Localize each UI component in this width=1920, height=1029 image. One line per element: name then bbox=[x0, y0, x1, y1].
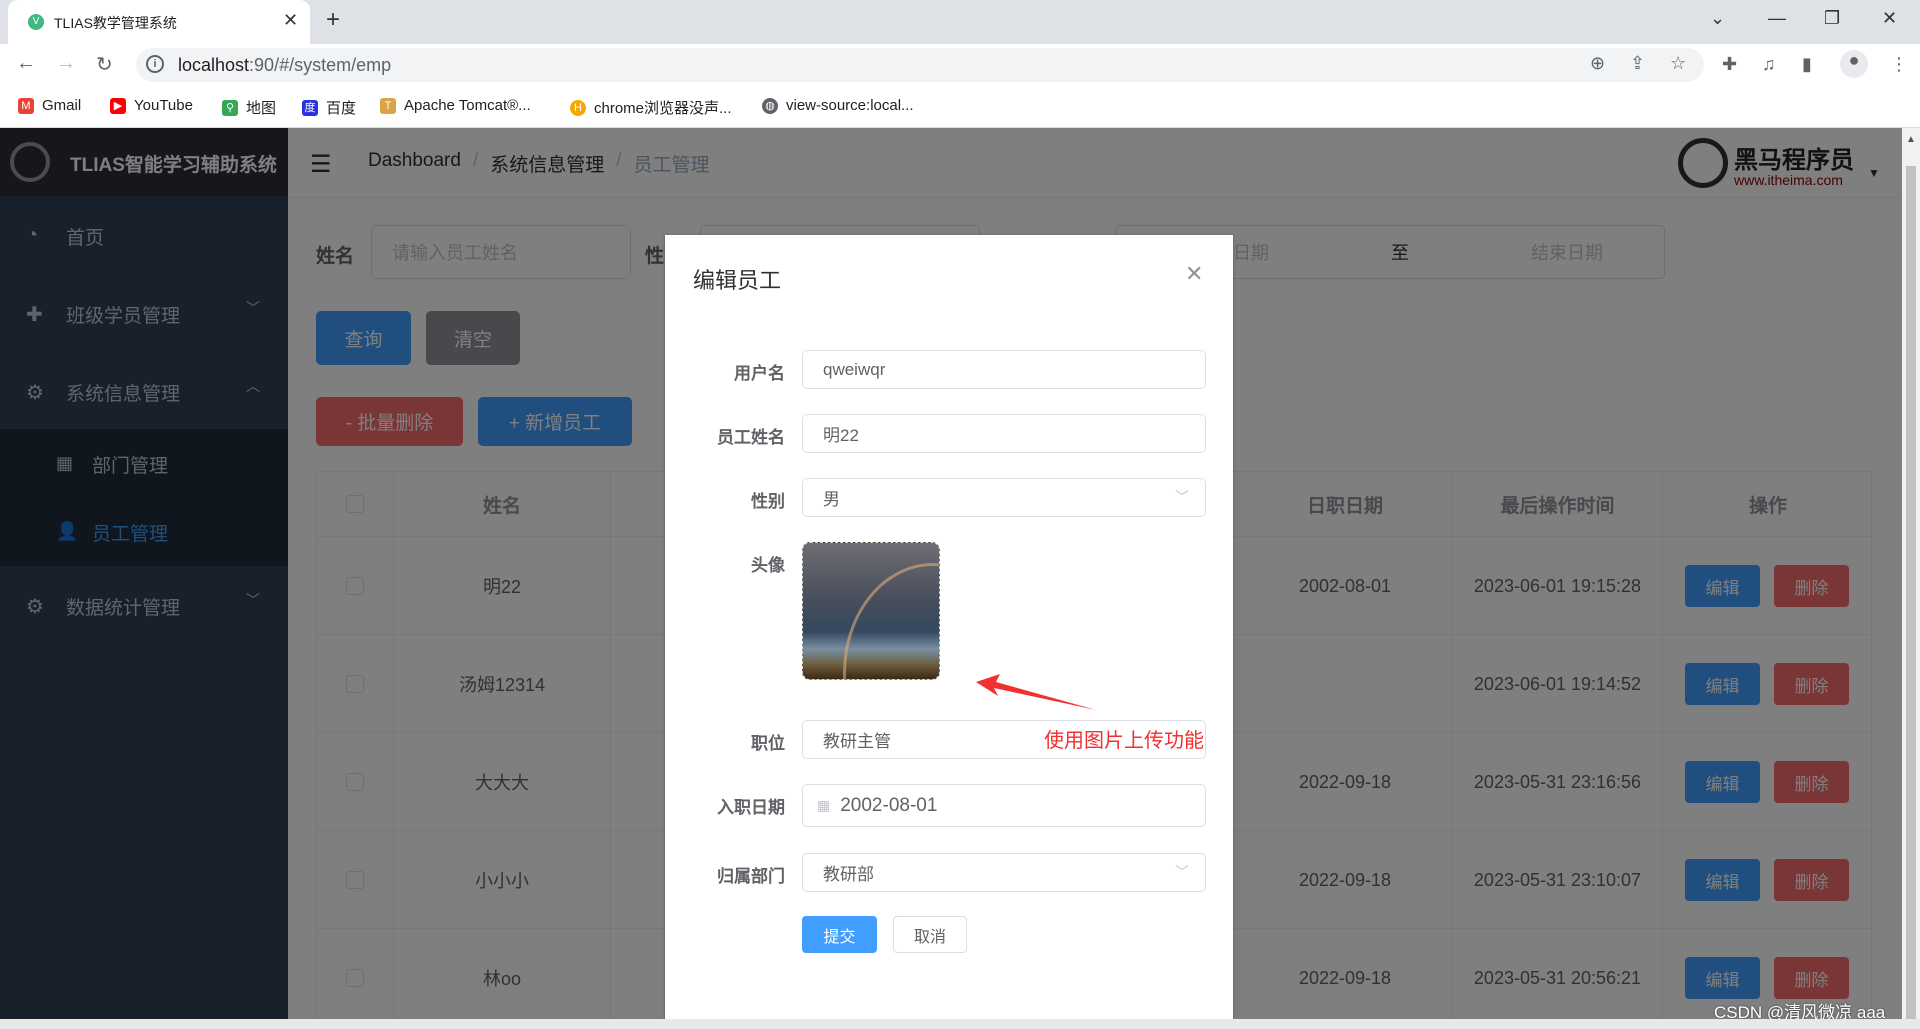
address-bar-row: ← → ↻ i localhost:90/#/system/emp ⊕ ⇪ ☆ … bbox=[0, 44, 1920, 84]
bookmark-label: YouTube bbox=[134, 97, 193, 114]
cancel-button[interactable]: 取消 bbox=[893, 916, 967, 953]
annotation-text: 使用图片上传功能 bbox=[1044, 730, 1204, 752]
new-tab-button[interactable]: + bbox=[326, 6, 340, 34]
globe-icon: ◍ bbox=[762, 97, 778, 114]
star-icon[interactable]: ☆ bbox=[1670, 53, 1686, 74]
entry-date-value: 2002-08-01 bbox=[840, 794, 938, 816]
calendar-icon: ▦ bbox=[817, 797, 831, 813]
arrow-shape bbox=[976, 674, 1096, 710]
bookmark-gmail[interactable]: M Gmail bbox=[18, 97, 81, 114]
bookmark-view-source[interactable]: ◍ view-source:local... bbox=[762, 97, 914, 114]
restore-icon[interactable]: ❐ bbox=[1824, 8, 1840, 29]
bookmark-label: chrome浏览器没声... bbox=[594, 100, 732, 117]
chevron-down-icon: ﹀ bbox=[1175, 489, 1189, 505]
submit-button[interactable]: 提交 bbox=[802, 916, 877, 953]
dept-select[interactable]: 教研部 ﹀ bbox=[802, 853, 1206, 892]
dept-label: 归属部门 bbox=[717, 867, 785, 886]
side-panel-icon[interactable]: ▮ bbox=[1802, 54, 1812, 75]
site-icon: H bbox=[570, 99, 586, 116]
url-input[interactable]: i localhost:90/#/system/emp ⊕ ⇪ ☆ bbox=[136, 48, 1704, 82]
bookmark-youtube[interactable]: ▶ YouTube bbox=[110, 97, 193, 114]
vue-favicon-icon: V bbox=[28, 14, 44, 30]
close-icon[interactable]: ✕ bbox=[1185, 261, 1203, 287]
scroll-up-icon[interactable]: ▲ bbox=[1906, 134, 1916, 145]
baidu-icon: 度 bbox=[302, 99, 318, 116]
avatar-uploader[interactable] bbox=[802, 542, 940, 680]
url-host: localhost bbox=[178, 55, 250, 75]
gender-select[interactable]: 男 ﹀ bbox=[802, 478, 1206, 517]
tab-search-icon[interactable]: ⌄ bbox=[1710, 8, 1725, 29]
bookmark-label: 百度 bbox=[326, 100, 357, 117]
tomcat-icon: T bbox=[380, 97, 396, 114]
youtube-icon: ▶ bbox=[110, 97, 126, 114]
dept-value: 教研部 bbox=[823, 865, 874, 884]
menu-icon[interactable]: ⋮ bbox=[1890, 54, 1908, 75]
bookmark-label: Apache Tomcat®... bbox=[404, 97, 531, 114]
browser-tab[interactable]: V TLIAS教学管理系统 ✕ bbox=[8, 0, 310, 44]
forward-icon[interactable]: → bbox=[56, 52, 76, 75]
bookmark-tomcat[interactable]: T Apache Tomcat®... bbox=[380, 97, 531, 114]
gender-value: 男 bbox=[823, 490, 840, 509]
maps-icon: ⚲ bbox=[222, 99, 238, 116]
media-icon[interactable]: ♫ bbox=[1762, 54, 1776, 75]
url-path: :90/#/system/emp bbox=[249, 55, 392, 75]
reload-icon[interactable]: ↻ bbox=[96, 52, 113, 77]
bookmark-baidu[interactable]: 度百度 bbox=[302, 97, 356, 118]
close-tab-icon[interactable]: ✕ bbox=[283, 10, 298, 31]
bottom-edge bbox=[0, 1019, 1920, 1029]
dialog-title: 编辑员工 bbox=[693, 268, 782, 293]
gmail-icon: M bbox=[18, 97, 34, 114]
browser-tab-bar: V TLIAS教学管理系统 ✕ + ⌄ — ❐ ✕ bbox=[0, 0, 1920, 44]
share-icon[interactable]: ⇪ bbox=[1630, 53, 1645, 74]
tab-title: TLIAS教学管理系统 bbox=[54, 15, 177, 31]
bookmark-chrome-sound[interactable]: Hchrome浏览器没声... bbox=[570, 97, 732, 118]
bookmark-label: Gmail bbox=[42, 97, 82, 114]
job-label: 职位 bbox=[751, 734, 785, 753]
edit-employee-dialog: 编辑员工 ✕ 用户名 qweiwqr 员工姓名 明22 性别 男 ﹀ 头像 职位 … bbox=[665, 235, 1233, 1029]
username-input[interactable]: qweiwqr bbox=[802, 350, 1206, 389]
bookmark-label: 地图 bbox=[246, 100, 277, 117]
entry-date-label: 入职日期 bbox=[717, 798, 785, 817]
close-window-icon[interactable]: ✕ bbox=[1882, 8, 1897, 29]
minimize-icon[interactable]: — bbox=[1768, 8, 1786, 29]
bookmark-label: view-source:local... bbox=[786, 97, 914, 114]
scrollbar-thumb[interactable] bbox=[1906, 166, 1916, 1028]
back-icon[interactable]: ← bbox=[16, 52, 36, 75]
gender-label: 性别 bbox=[751, 492, 785, 511]
entry-date-picker[interactable]: ▦ 2002-08-01 bbox=[802, 784, 1206, 827]
bookmark-maps[interactable]: ⚲ 地图 bbox=[222, 97, 276, 118]
bookmarks-bar: M Gmail ▶ YouTube ⚲ 地图 度百度 T Apache Tomcat®.… bbox=[0, 84, 1920, 128]
extensions-icon[interactable]: ✚ bbox=[1722, 54, 1737, 75]
annotation-arrow bbox=[976, 674, 1096, 710]
scrollbar[interactable]: ▲ bbox=[1902, 128, 1920, 1029]
zoom-icon[interactable]: ⊕ bbox=[1590, 53, 1605, 74]
name-label: 员工姓名 bbox=[717, 428, 785, 447]
profile-icon[interactable]: ● bbox=[1840, 50, 1868, 78]
chevron-down-icon: ﹀ bbox=[1175, 864, 1189, 880]
info-icon[interactable]: i bbox=[146, 55, 164, 73]
username-label: 用户名 bbox=[734, 364, 785, 383]
name-input[interactable]: 明22 bbox=[802, 414, 1206, 453]
avatar-label: 头像 bbox=[751, 556, 785, 575]
rainbow-photo bbox=[843, 563, 939, 679]
